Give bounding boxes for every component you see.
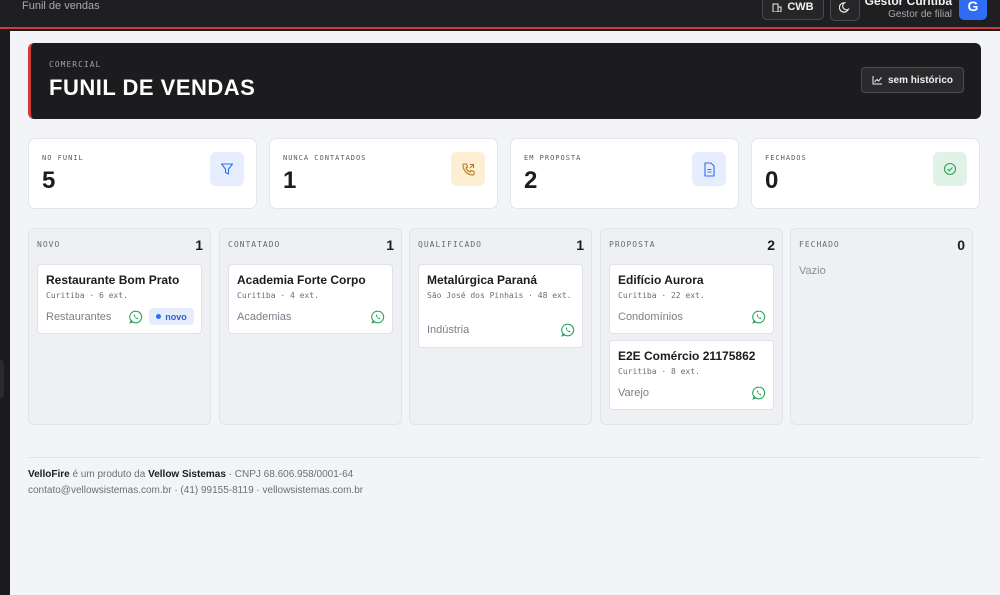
- empty-state: Vazio: [799, 265, 826, 277]
- footer-text: é um produto da: [69, 469, 149, 480]
- stat-card-closed: FECHADOS 0: [751, 138, 980, 209]
- lead-card[interactable]: Restaurante Bom Prato Curitiba · 6 ext. …: [37, 264, 202, 334]
- whatsapp-icon[interactable]: [561, 323, 575, 337]
- page-header: COMERCIAL FUNIL DE VENDAS sem histórico: [28, 43, 981, 119]
- whatsapp-icon[interactable]: [752, 386, 766, 400]
- footer-contact: contato@vellowsistemas.com.br · (41) 991…: [28, 485, 364, 496]
- branch-selector-button[interactable]: CWB: [762, 0, 824, 20]
- column-title: PROPOSTA: [609, 240, 656, 249]
- lead-name: Restaurante Bom Prato: [46, 273, 180, 287]
- footer-line: VelloFire é um produto da Vellow Sistema…: [28, 469, 353, 480]
- avatar[interactable]: G: [959, 0, 987, 20]
- lead-meta: São José dos Pinhais · 48 ext.: [427, 291, 572, 300]
- lead-name: Edifício Aurora: [618, 273, 704, 287]
- status-badge: novo: [149, 308, 194, 325]
- user-role: Gestor de filial: [888, 9, 952, 20]
- lead-card[interactable]: E2E Comércio 21175862 Curitiba · 8 ext. …: [609, 340, 774, 410]
- main-content: COMERCIAL FUNIL DE VENDAS sem histórico …: [10, 31, 1000, 595]
- stat-card-funnel: NO FUNIL 5: [28, 138, 257, 209]
- lead-card[interactable]: Academia Forte Corpo Curitiba · 4 ext. A…: [228, 264, 393, 334]
- chart-line-icon: [872, 76, 882, 85]
- column-count: 2: [767, 237, 775, 253]
- lead-segment: Indústria: [427, 324, 470, 336]
- page-title: FUNIL DE VENDAS: [49, 75, 256, 100]
- column-count: 1: [576, 237, 584, 253]
- document-icon: [692, 152, 726, 186]
- user-name: Gestor Curitiba: [864, 0, 952, 8]
- whatsapp-icon[interactable]: [752, 310, 766, 324]
- lead-segment: Restaurantes: [46, 311, 112, 323]
- lead-segment: Condomínios: [618, 311, 683, 323]
- breadcrumb: Funil de vendas: [22, 0, 100, 12]
- lead-meta: Curitiba · 6 ext.: [46, 291, 128, 300]
- history-button[interactable]: sem histórico: [861, 67, 964, 93]
- whatsapp-icon[interactable]: [129, 310, 143, 324]
- kanban-column-contatado: CONTATADO 1 Academia Forte Corpo Curitib…: [219, 228, 402, 425]
- stat-card-never-contacted: NUNCA CONTATADOS 1: [269, 138, 498, 209]
- stat-label: EM PROPOSTA: [524, 154, 582, 162]
- stat-value: 0: [765, 167, 779, 194]
- lead-meta: Curitiba · 8 ext.: [618, 367, 700, 376]
- column-title: NOVO: [37, 240, 61, 249]
- kanban-column-fechado: FECHADO 0 Vazio: [790, 228, 973, 425]
- check-circle-icon: [933, 152, 967, 186]
- lead-card[interactable]: Metalúrgica Paraná São José dos Pinhais …: [418, 264, 583, 348]
- filter-icon: [210, 152, 244, 186]
- phone-icon: [451, 152, 485, 186]
- footer-brand: VelloFire: [28, 469, 70, 480]
- top-bar: Funil de vendas CWB Gestor Curitiba Gest…: [0, 0, 1000, 29]
- kanban-column-qualificado: QUALIFICADO 1 Metalúrgica Paraná São Jos…: [409, 228, 592, 425]
- history-button-label: sem histórico: [887, 74, 954, 86]
- lead-segment: Varejo: [618, 387, 649, 399]
- footer-cnpj: · CNPJ 68.606.958/0001-64: [225, 469, 354, 480]
- section-eyebrow: COMERCIAL: [49, 60, 102, 69]
- stat-value: 1: [283, 167, 297, 194]
- stat-label: FECHADOS: [765, 154, 807, 162]
- theme-toggle-button[interactable]: [830, 0, 860, 21]
- lead-name: Metalúrgica Paraná: [427, 273, 538, 287]
- stat-label: NO FUNIL: [42, 154, 84, 162]
- lead-meta: Curitiba · 4 ext.: [237, 291, 319, 300]
- branch-label: CWB: [787, 1, 814, 13]
- stat-card-proposal: EM PROPOSTA 2: [510, 138, 739, 209]
- stat-value: 2: [524, 167, 538, 194]
- column-count: 0: [957, 237, 965, 253]
- badge-label: novo: [165, 311, 187, 322]
- column-title: CONTATADO: [228, 240, 281, 249]
- badge-dot: [156, 314, 162, 319]
- lead-card[interactable]: Edifício Aurora Curitiba · 22 ext. Condo…: [609, 264, 774, 334]
- stat-value: 5: [42, 167, 56, 194]
- stat-label: NUNCA CONTATADOS: [283, 154, 367, 162]
- footer-divider: [28, 457, 981, 458]
- kanban-column-novo: NOVO 1 Restaurante Bom Prato Curitiba · …: [28, 228, 211, 425]
- lead-name: Academia Forte Corpo: [237, 273, 366, 287]
- lead-meta: Curitiba · 22 ext.: [618, 291, 705, 300]
- footer-company: Vellow Sistemas: [148, 469, 226, 480]
- column-title: QUALIFICADO: [418, 240, 482, 249]
- sidebar-handle[interactable]: [0, 360, 4, 398]
- column-count: 1: [386, 237, 394, 253]
- kanban-column-proposta: PROPOSTA 2 Edifício Aurora Curitiba · 22…: [600, 228, 783, 425]
- whatsapp-icon[interactable]: [371, 310, 385, 324]
- column-count: 1: [195, 237, 203, 253]
- lead-segment: Academias: [237, 311, 292, 323]
- building-icon: [772, 3, 782, 12]
- moon-icon: [838, 2, 850, 13]
- column-title: FECHADO: [799, 240, 840, 249]
- lead-name: E2E Comércio 21175862: [618, 349, 756, 363]
